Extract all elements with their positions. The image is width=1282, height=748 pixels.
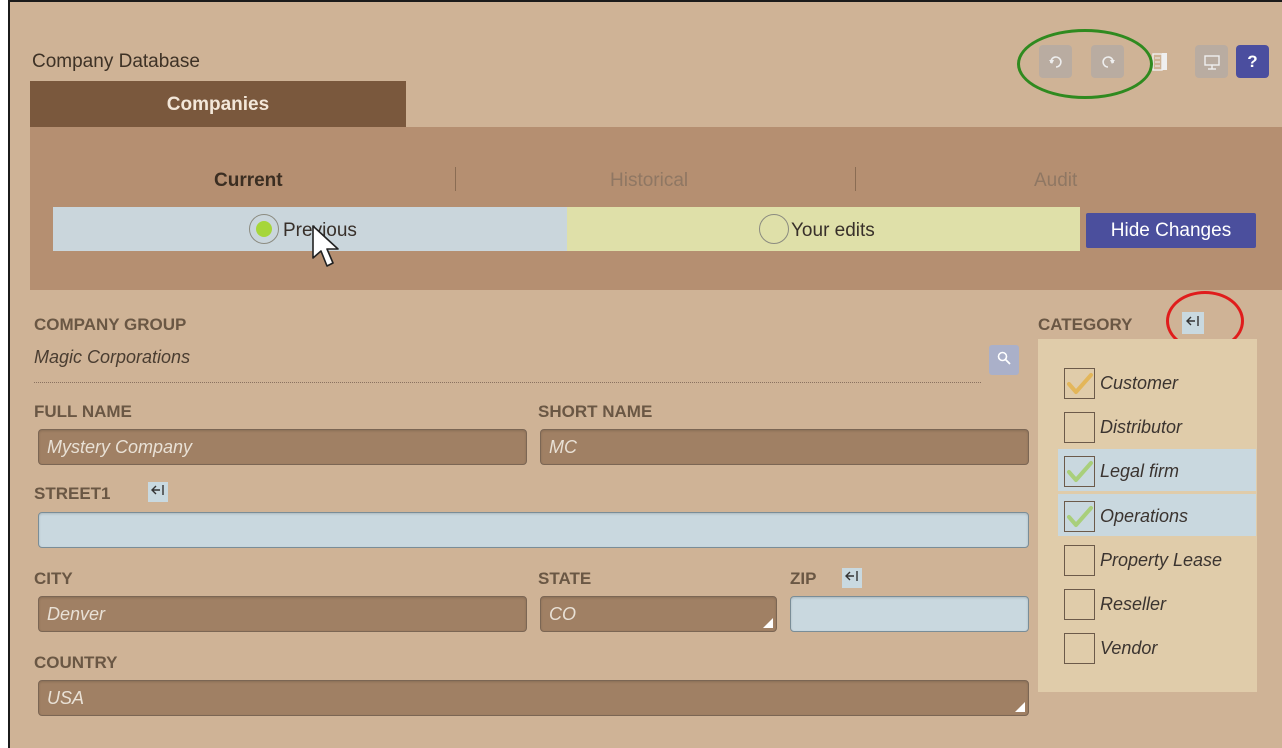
full-name-label: FULL NAME — [34, 402, 132, 421]
columns-icon — [1151, 52, 1168, 72]
presentation-button[interactable] — [1195, 45, 1228, 78]
category-item-label: Customer — [1100, 373, 1179, 393]
search-icon — [997, 351, 1011, 370]
category-checkbox[interactable] — [1064, 368, 1095, 399]
dropdown-corner-icon — [763, 618, 773, 628]
category-item[interactable]: Legal firm — [1058, 449, 1256, 491]
country-label: COUNTRY — [34, 653, 118, 672]
app-title: Company Database — [32, 51, 200, 72]
category-checkbox[interactable] — [1064, 633, 1095, 664]
tab-historical[interactable]: Historical — [610, 170, 688, 192]
company-group-label: COMPANY GROUP — [34, 315, 187, 334]
dropdown-corner-icon — [1015, 702, 1025, 712]
company-group-search-button[interactable] — [989, 345, 1019, 375]
your-edits-label: Your edits — [791, 220, 875, 241]
category-checkbox[interactable] — [1064, 589, 1095, 620]
annotation-circle-green — [1017, 29, 1153, 99]
previous-radio[interactable] — [249, 214, 279, 244]
company-group-underline — [34, 382, 981, 383]
street1-copy-button[interactable] — [148, 482, 168, 502]
country-select[interactable]: USA — [38, 680, 1029, 716]
tab-divider — [855, 167, 856, 191]
category-label: CATEGORY — [1038, 315, 1133, 334]
copy-arrow-icon — [845, 569, 859, 587]
app-window: Company Database ? Companies Current His… — [8, 0, 1282, 748]
hide-changes-button[interactable]: Hide Changes — [1086, 213, 1256, 248]
tab-companies[interactable]: Companies — [30, 81, 406, 127]
street1-label: STREET1 — [34, 484, 111, 503]
your-edits-radio[interactable] — [759, 214, 789, 244]
category-item-label: Distributor — [1100, 417, 1183, 437]
category-item[interactable]: Distributor — [1058, 405, 1256, 447]
tab-audit[interactable]: Audit — [1034, 170, 1077, 192]
help-icon: ? — [1247, 51, 1258, 71]
category-checkbox[interactable] — [1064, 456, 1095, 487]
category-checkbox[interactable] — [1064, 501, 1095, 532]
tab-current[interactable]: Current — [214, 170, 283, 192]
help-button[interactable]: ? — [1236, 45, 1269, 78]
category-item[interactable]: Customer — [1058, 361, 1256, 403]
country-value: USA — [47, 688, 85, 708]
zip-copy-button[interactable] — [842, 568, 862, 588]
category-checkbox[interactable] — [1064, 545, 1095, 576]
street1-field[interactable] — [38, 512, 1029, 548]
company-group-value[interactable]: Magic Corporations — [34, 347, 190, 368]
checkmark-icon — [1067, 373, 1093, 394]
state-label: STATE — [538, 569, 592, 588]
category-checkbox[interactable] — [1064, 412, 1095, 443]
copy-arrow-icon — [151, 483, 165, 501]
category-item-label: Property Lease — [1100, 550, 1223, 570]
mouse-cursor-icon — [312, 225, 342, 276]
state-select[interactable]: CO — [540, 596, 777, 632]
city-label: CITY — [34, 569, 73, 588]
category-item[interactable]: Operations — [1058, 494, 1256, 536]
presentation-icon — [1203, 54, 1220, 70]
tab-divider — [455, 167, 456, 191]
category-item[interactable]: Vendor — [1058, 626, 1256, 668]
category-item[interactable]: Reseller — [1058, 582, 1256, 624]
category-item-label: Operations — [1100, 506, 1189, 526]
full-name-field[interactable]: Mystery Company — [38, 429, 527, 465]
short-name-label: SHORT NAME — [538, 402, 653, 421]
short-name-field[interactable]: MC — [540, 429, 1029, 465]
checkmark-icon — [1067, 461, 1093, 482]
zip-field[interactable] — [790, 596, 1029, 632]
checkmark-icon — [1067, 506, 1093, 527]
city-field[interactable]: Denver — [38, 596, 527, 632]
state-value: CO — [549, 604, 576, 624]
category-item-label: Reseller — [1100, 594, 1167, 614]
category-item-label: Legal firm — [1100, 461, 1180, 481]
category-item-label: Vendor — [1100, 638, 1158, 658]
category-item[interactable]: Property Lease — [1058, 538, 1256, 580]
zip-label: ZIP — [790, 569, 817, 588]
